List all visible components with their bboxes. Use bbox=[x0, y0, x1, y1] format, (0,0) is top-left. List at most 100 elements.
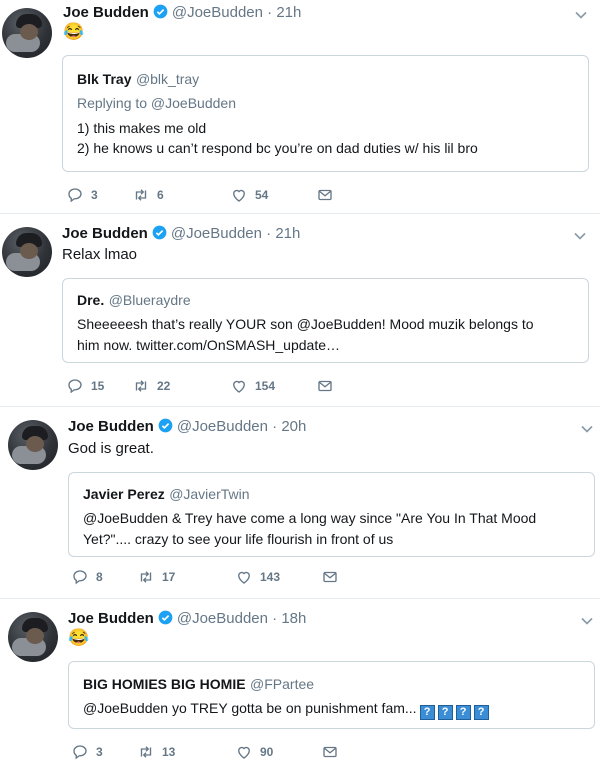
avatar[interactable] bbox=[2, 227, 52, 277]
retweet-count: 13 bbox=[162, 745, 176, 759]
direct-message-button[interactable] bbox=[321, 743, 339, 761]
unknown-glyph-box: ? bbox=[437, 705, 453, 720]
direct-message-icon bbox=[323, 746, 337, 758]
like-button[interactable]: 154 bbox=[230, 377, 275, 395]
like-icon bbox=[233, 189, 245, 202]
tweet-text: 😂 bbox=[68, 628, 90, 647]
reply-count: 15 bbox=[91, 379, 105, 393]
like-button[interactable]: 90 bbox=[235, 743, 273, 761]
retweet-button[interactable]: 22 bbox=[132, 377, 170, 395]
tweet[interactable]: Joe Budden @JoeBudden · 21h Relax lmao Dr… bbox=[0, 214, 600, 407]
like-count: 54 bbox=[255, 188, 269, 202]
unknown-glyph-box: ? bbox=[473, 705, 489, 720]
reply-count: 3 bbox=[91, 188, 98, 202]
tweet[interactable]: Joe Budden @JoeBudden · 20h God is great.… bbox=[0, 407, 600, 599]
author-name[interactable]: Joe Budden bbox=[68, 610, 154, 627]
quoted-text-line: @JoeBudden yo TREY gotta be on punishmen… bbox=[83, 698, 489, 720]
unknown-glyph-box: ? bbox=[419, 705, 435, 720]
verified-badge-icon bbox=[158, 418, 173, 433]
author-handle[interactable]: @JoeBudden bbox=[171, 225, 262, 242]
reply-icon bbox=[68, 188, 82, 203]
author-handle[interactable]: @JoeBudden bbox=[172, 4, 263, 21]
verified-badge-icon bbox=[153, 4, 168, 19]
tweet-actions: 15 22 154 bbox=[66, 377, 366, 397]
tweet-header: Joe Budden @JoeBudden · 20h bbox=[68, 418, 306, 435]
verified-badge-icon bbox=[158, 610, 173, 625]
quoted-author-handle: @FPartee bbox=[250, 676, 315, 692]
reply-count: 3 bbox=[96, 745, 103, 759]
quoted-text-line: Sheeeeesh that’s really YOUR son @JoeBud… bbox=[77, 316, 534, 332]
retweet-button[interactable]: 13 bbox=[137, 743, 175, 761]
unknown-glyph-box: ? bbox=[455, 705, 471, 720]
author-name[interactable]: Joe Budden bbox=[63, 4, 149, 21]
avatar[interactable] bbox=[8, 420, 58, 470]
timestamp[interactable]: · 21h bbox=[266, 225, 300, 242]
quoted-tweet[interactable]: Javier Perez @JavierTwin @JoeBudden & Tr… bbox=[68, 472, 595, 557]
quoted-tweet[interactable]: Dre. @Blueraydre Sheeeeesh that’s really… bbox=[62, 278, 589, 363]
like-icon bbox=[233, 380, 245, 393]
chevron-down-icon[interactable] bbox=[574, 8, 588, 22]
reply-count: 8 bbox=[96, 570, 103, 584]
timestamp[interactable]: · 18h bbox=[272, 610, 306, 627]
reply-icon bbox=[68, 379, 82, 394]
chevron-down-icon[interactable] bbox=[573, 229, 587, 243]
author-handle[interactable]: @JoeBudden bbox=[177, 610, 268, 627]
like-icon bbox=[238, 571, 250, 584]
like-count: 90 bbox=[260, 745, 274, 759]
retweet-button[interactable]: 17 bbox=[137, 568, 175, 586]
quoted-author-handle: @Blueraydre bbox=[108, 292, 191, 308]
tweet[interactable]: Joe Budden @JoeBudden · 21h 😂 Blk Tray @b… bbox=[0, 0, 600, 214]
timestamp[interactable]: · 20h bbox=[272, 418, 306, 435]
tweet[interactable]: Joe Budden @JoeBudden · 18h 😂 BIG HOMIES … bbox=[0, 599, 600, 762]
quoted-author-name: Dre. bbox=[77, 292, 105, 308]
reply-button[interactable]: 3 bbox=[71, 743, 103, 761]
avatar[interactable] bbox=[8, 612, 58, 662]
direct-message-button[interactable] bbox=[316, 377, 334, 395]
like-button[interactable]: 143 bbox=[235, 568, 280, 586]
reply-icon bbox=[73, 570, 87, 585]
tweet-header: Joe Budden @JoeBudden · 21h bbox=[63, 4, 301, 21]
quoted-tweet[interactable]: Blk Tray @blk_tray Replying to @JoeBudde… bbox=[62, 55, 589, 172]
tweet-text: God is great. bbox=[68, 440, 154, 457]
quoted-text-line: @JoeBudden & Trey have come a long way s… bbox=[83, 510, 537, 526]
quoted-tweet[interactable]: BIG HOMIES BIG HOMIE @FPartee @JoeBudden… bbox=[68, 661, 595, 729]
reply-button[interactable]: 15 bbox=[66, 377, 104, 395]
quoted-author-name: BIG HOMIES BIG HOMIE bbox=[83, 676, 246, 692]
direct-message-icon bbox=[318, 380, 332, 392]
reply-button[interactable]: 8 bbox=[71, 568, 103, 586]
retweet-count: 6 bbox=[157, 188, 164, 202]
quoted-author-handle: @JavierTwin bbox=[169, 486, 250, 502]
like-count: 154 bbox=[255, 379, 276, 393]
like-icon bbox=[238, 746, 250, 759]
quoted-author-name: Blk Tray bbox=[77, 71, 132, 87]
like-button[interactable]: 54 bbox=[230, 186, 268, 204]
author-name[interactable]: Joe Budden bbox=[68, 418, 154, 435]
chevron-down-icon[interactable] bbox=[580, 614, 594, 628]
avatar[interactable] bbox=[2, 8, 52, 58]
author-name[interactable]: Joe Budden bbox=[62, 225, 148, 242]
direct-message-button[interactable] bbox=[316, 186, 334, 204]
retweet-icon bbox=[135, 189, 147, 201]
tweet-text: 😂 bbox=[63, 22, 85, 41]
retweet-count: 22 bbox=[157, 379, 171, 393]
author-handle[interactable]: @JoeBudden bbox=[177, 418, 268, 435]
reply-icon bbox=[73, 745, 87, 760]
timestamp[interactable]: · 21h bbox=[267, 4, 301, 21]
direct-message-icon bbox=[318, 189, 332, 201]
tweet-header: Joe Budden @JoeBudden · 18h bbox=[68, 610, 306, 627]
direct-message-icon bbox=[323, 571, 337, 583]
retweet-icon bbox=[140, 571, 152, 583]
tweet-header: Joe Budden @JoeBudden · 21h bbox=[62, 225, 300, 242]
retweet-icon bbox=[135, 380, 147, 392]
direct-message-button[interactable] bbox=[321, 568, 339, 586]
retweet-count: 17 bbox=[162, 570, 176, 584]
chevron-down-icon[interactable] bbox=[580, 422, 594, 436]
tweet-text: Relax lmao bbox=[62, 246, 138, 263]
retweet-icon bbox=[140, 746, 152, 758]
quoted-text-line: him now. twitter.com/OnSMASH_update… bbox=[77, 337, 340, 353]
quoted-author-name: Javier Perez bbox=[83, 486, 165, 502]
retweet-button[interactable]: 6 bbox=[132, 186, 164, 204]
verified-badge-icon bbox=[152, 225, 167, 240]
like-count: 143 bbox=[260, 570, 281, 584]
reply-button[interactable]: 3 bbox=[66, 186, 98, 204]
